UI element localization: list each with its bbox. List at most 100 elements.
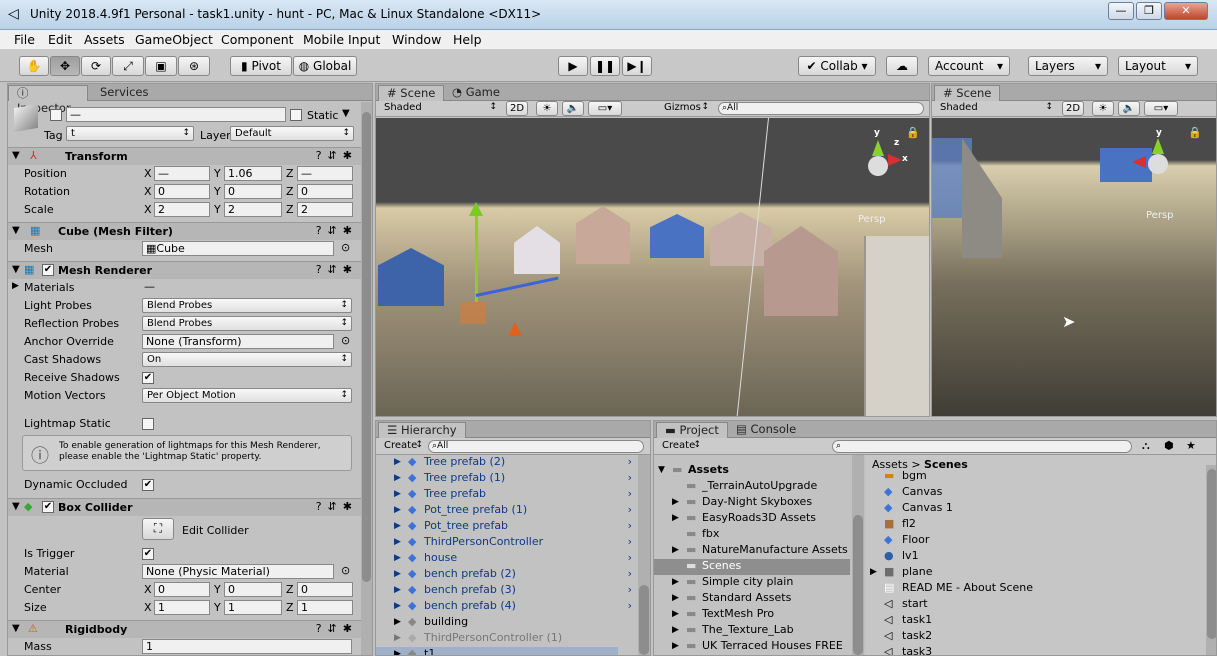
size-z[interactable]: 1 (297, 600, 353, 615)
physic-material-field[interactable]: None (Physic Material) (142, 564, 334, 579)
folder-tree-scrollbar[interactable] (852, 455, 864, 655)
box-collider-enabled[interactable]: ✔ (42, 501, 54, 513)
menu-window[interactable]: Window (392, 32, 441, 47)
file-item[interactable]: ◁ task3 (866, 645, 1216, 655)
tab-game[interactable]: ◔ Game (444, 85, 508, 101)
folder-item[interactable]: ▬ _TerrainAutoUpgrade (654, 479, 850, 495)
hand-tool-button[interactable]: ✋ (19, 56, 49, 76)
center-z[interactable]: 0 (297, 582, 353, 597)
file-item[interactable]: ▬ bgm (866, 469, 1216, 485)
mesh-field[interactable]: ▦Cube (142, 241, 334, 256)
global-toggle[interactable]: ◍ Global (293, 56, 357, 76)
shading-dropdown-2[interactable]: Shaded (936, 101, 1056, 116)
menu-component[interactable]: Component (221, 32, 294, 47)
list-item[interactable]: ▶ ◆ bench prefab (3) › (376, 583, 632, 599)
scene2-viewport[interactable]: y 🔒 Persp ➤ (932, 118, 1216, 416)
mesh-renderer-enabled[interactable]: ✔ (42, 264, 54, 276)
move-gizmo-x-axis[interactable] (475, 276, 559, 297)
rotate-tool-button[interactable]: ⟳ (81, 56, 111, 76)
size-y[interactable]: 1 (224, 600, 282, 615)
size-x[interactable]: 1 (154, 600, 210, 615)
receive-shadows-checkbox[interactable]: ✔ (142, 372, 154, 384)
rigidbody-header[interactable]: ▼ ⚠ Rigidbody ?⇵✱ (8, 620, 362, 638)
transform-tool-button[interactable]: ⊛ (178, 56, 210, 76)
gizmos-dropdown[interactable]: Gizmos (660, 101, 712, 116)
move-tool-button[interactable]: ✥ (50, 56, 80, 76)
pivot-toggle[interactable]: ▮ Pivot (230, 56, 292, 76)
file-item[interactable]: ◆ Canvas (866, 485, 1216, 501)
mesh-renderer-header[interactable]: ▼ ▦ ✔ Mesh Renderer ?⇵✱ (8, 261, 362, 279)
materials-row[interactable]: ▶ Materials — (8, 279, 362, 297)
component-menu-icons[interactable]: ?⇵✱ (316, 149, 358, 162)
audio-toggle-2[interactable]: 🔈 (1118, 101, 1140, 116)
object-name-field[interactable]: — (66, 107, 286, 122)
move-gizmo-z-arrow[interactable] (508, 322, 522, 336)
transform-header[interactable]: ▼ ⅄ Transform ?⇵✱ (8, 147, 362, 165)
tab-project[interactable]: ▬ Project (656, 422, 728, 438)
object-picker-icon[interactable]: ⊙ (341, 334, 350, 347)
move-gizmo-y-arrow[interactable] (469, 202, 483, 216)
step-button[interactable]: ▶❙ (622, 56, 652, 76)
anchor-override-field[interactable]: None (Transform) (142, 334, 334, 349)
hierarchy-search-input[interactable]: ⌕All (428, 440, 644, 453)
project-search-input[interactable]: ⌕ (832, 440, 1132, 453)
menu-edit[interactable]: Edit (48, 32, 72, 47)
persp-label[interactable]: Persp (858, 214, 886, 225)
folder-item[interactable]: ▶ ▬ The_Texture_Lab (654, 623, 850, 639)
list-item[interactable]: ▶ ◆ bench prefab (4) › (376, 599, 632, 615)
audio-toggle[interactable]: 🔈 (562, 101, 584, 116)
folder-item[interactable]: ▶ ▬ UK Terraced Houses FREE (654, 639, 850, 655)
filter-type-icon[interactable]: ⛬ (1142, 439, 1150, 453)
2d-toggle-2[interactable]: 2D (1062, 101, 1084, 116)
play-button[interactable]: ▶ (558, 56, 588, 76)
shading-dropdown[interactable]: Shaded (380, 101, 500, 116)
scene-search-input[interactable]: ⌕All (718, 102, 924, 115)
menu-assets[interactable]: Assets (84, 32, 125, 47)
menu-mobile-input[interactable]: Mobile Input (303, 32, 380, 47)
folder-item[interactable]: ▬ fbx (654, 527, 850, 543)
layout-dropdown[interactable]: Layout ▾ (1118, 56, 1198, 76)
hierarchy-create-dropdown[interactable]: Create (380, 439, 426, 454)
folder-item-selected[interactable]: ▬ Scenes (654, 559, 850, 575)
mass-field[interactable]: 1 (142, 639, 352, 654)
light-probes-dropdown[interactable]: Blend Probes (142, 298, 352, 313)
lightmap-static-checkbox[interactable] (142, 418, 154, 430)
tab-scene-2[interactable]: # Scene (934, 85, 1001, 101)
file-item[interactable]: ◆ Canvas 1 (866, 501, 1216, 517)
menu-file[interactable]: File (14, 32, 35, 47)
rotation-z[interactable]: 0 (297, 184, 353, 199)
object-picker-icon[interactable]: ⊙ (341, 564, 350, 577)
file-item[interactable]: ▤ READ ME - About Scene (866, 581, 1216, 597)
move-gizmo-y-axis[interactable] (475, 210, 478, 302)
static-checkbox[interactable] (290, 109, 302, 121)
box-collider-header[interactable]: ▼ ◆ ✔ Box Collider ?⇵✱ (8, 498, 362, 516)
lock-icon[interactable]: 🔒 (906, 126, 920, 139)
tag-dropdown[interactable]: t (66, 126, 194, 141)
list-item[interactable]: ▶ ◆ Tree prefab › (376, 487, 632, 503)
folder-item[interactable]: ▶ ▬ EasyRoads3D Assets (654, 511, 850, 527)
edit-collider-button[interactable]: ⛶ (142, 518, 174, 540)
is-trigger-checkbox[interactable]: ✔ (142, 548, 154, 560)
tab-hierarchy[interactable]: ☰ Hierarchy (378, 422, 466, 438)
inspector-scrollbar[interactable] (361, 102, 372, 655)
scene-viewport[interactable]: y x z 🔒 Persp (376, 117, 929, 416)
folder-item[interactable]: ▶ ▬ Standard Assets (654, 591, 850, 607)
list-item[interactable]: ▶ ◆ Tree prefab (1) › (376, 471, 632, 487)
pause-button[interactable]: ❚❚ (590, 56, 620, 76)
minimize-button[interactable]: — (1108, 2, 1134, 20)
file-item[interactable]: ● lv1 (866, 549, 1216, 565)
list-item[interactable]: ▶ ◆ bench prefab (2) › (376, 567, 632, 583)
list-item[interactable]: ▶ ◆ Pot_tree prefab › (376, 519, 632, 535)
rotation-y[interactable]: 0 (224, 184, 282, 199)
center-x[interactable]: 0 (154, 582, 210, 597)
collab-button[interactable]: ✔ Collab ▾ (798, 56, 876, 76)
lock-icon[interactable]: 🔒 (1188, 126, 1202, 139)
object-picker-icon[interactable]: ⊙ (341, 241, 350, 254)
file-item[interactable]: ◁ start (866, 597, 1216, 613)
account-dropdown[interactable]: Account ▾ (928, 56, 1010, 76)
static-dropdown-icon[interactable]: ▼ (342, 108, 350, 119)
mesh-filter-header[interactable]: ▼ ▦ Cube (Mesh Filter) ?⇵✱ (8, 222, 362, 240)
center-y[interactable]: 0 (224, 582, 282, 597)
scale-tool-button[interactable]: ⤢ (112, 56, 144, 76)
folder-item[interactable]: ▶ ▬ TextMesh Pro (654, 607, 850, 623)
